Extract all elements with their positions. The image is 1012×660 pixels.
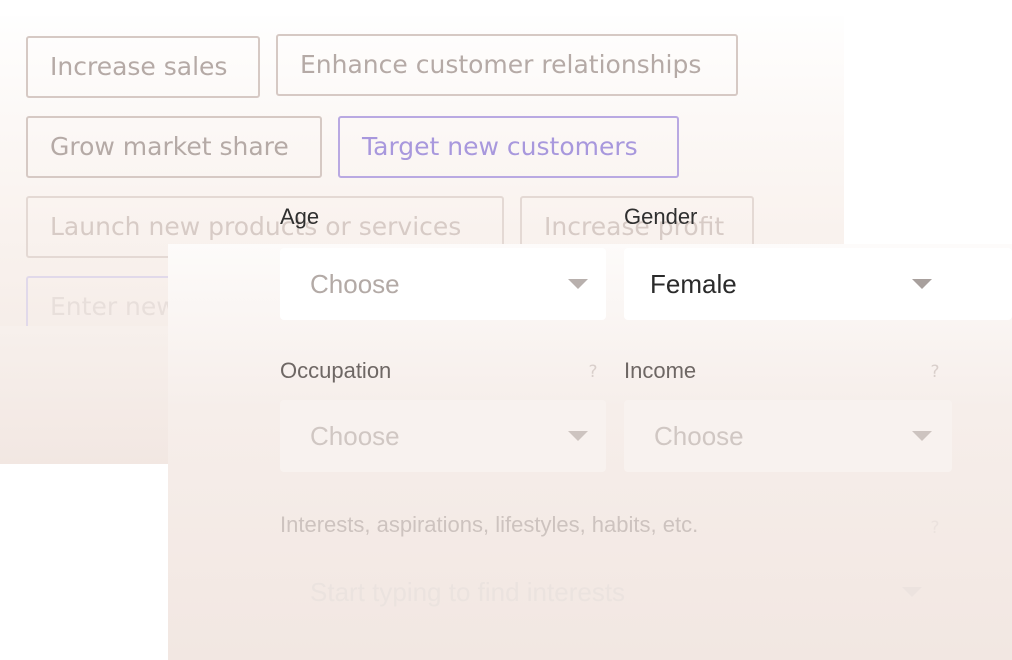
occupation-label: Occupation (280, 358, 392, 383)
age-select[interactable]: Choose (280, 248, 606, 320)
chevron-down-icon (912, 431, 932, 441)
goal-chip-target-new-customers[interactable]: Target new customers (338, 116, 679, 178)
goal-chip-label: Grow market share (50, 132, 289, 161)
chevron-down-icon (912, 279, 932, 289)
chevron-down-icon (568, 431, 588, 441)
goal-chip-label: Target new customers (362, 132, 638, 161)
interests-search-input[interactable]: Start typing to find interests (280, 556, 952, 628)
goal-chip-grow-market-share[interactable]: Grow market share (26, 116, 322, 178)
occupation-select-value: Choose (310, 421, 400, 451)
help-icon[interactable]: ? (928, 362, 942, 382)
goal-chip-label: Increase sales (50, 52, 228, 81)
occupation-select[interactable]: Choose (280, 400, 606, 472)
gender-select-value: Female (650, 269, 737, 299)
income-label: Income (624, 358, 697, 383)
interests-label: Interests, aspirations, lifestyles, habi… (280, 512, 699, 537)
gender-select[interactable]: Female (624, 248, 1012, 320)
age-label: Age (280, 204, 320, 229)
income-select[interactable]: Choose (624, 400, 952, 472)
goal-chip-label: Launch new products or services (50, 212, 462, 241)
age-select-value: Choose (310, 269, 400, 299)
interests-placeholder: Start typing to find interests (310, 577, 626, 607)
gender-label: Gender (624, 204, 698, 229)
income-select-value: Choose (654, 421, 744, 451)
goal-chip-enhance-customer-relationships[interactable]: Enhance customer relationships (276, 34, 738, 96)
chevron-down-icon (568, 279, 588, 289)
goal-chip-increase-sales[interactable]: Increase sales (26, 36, 260, 98)
chevron-down-icon (902, 587, 922, 597)
help-icon[interactable]: ? (586, 362, 600, 382)
help-icon[interactable]: ? (928, 518, 942, 538)
goal-chip-label: Enhance customer relationships (300, 50, 702, 79)
